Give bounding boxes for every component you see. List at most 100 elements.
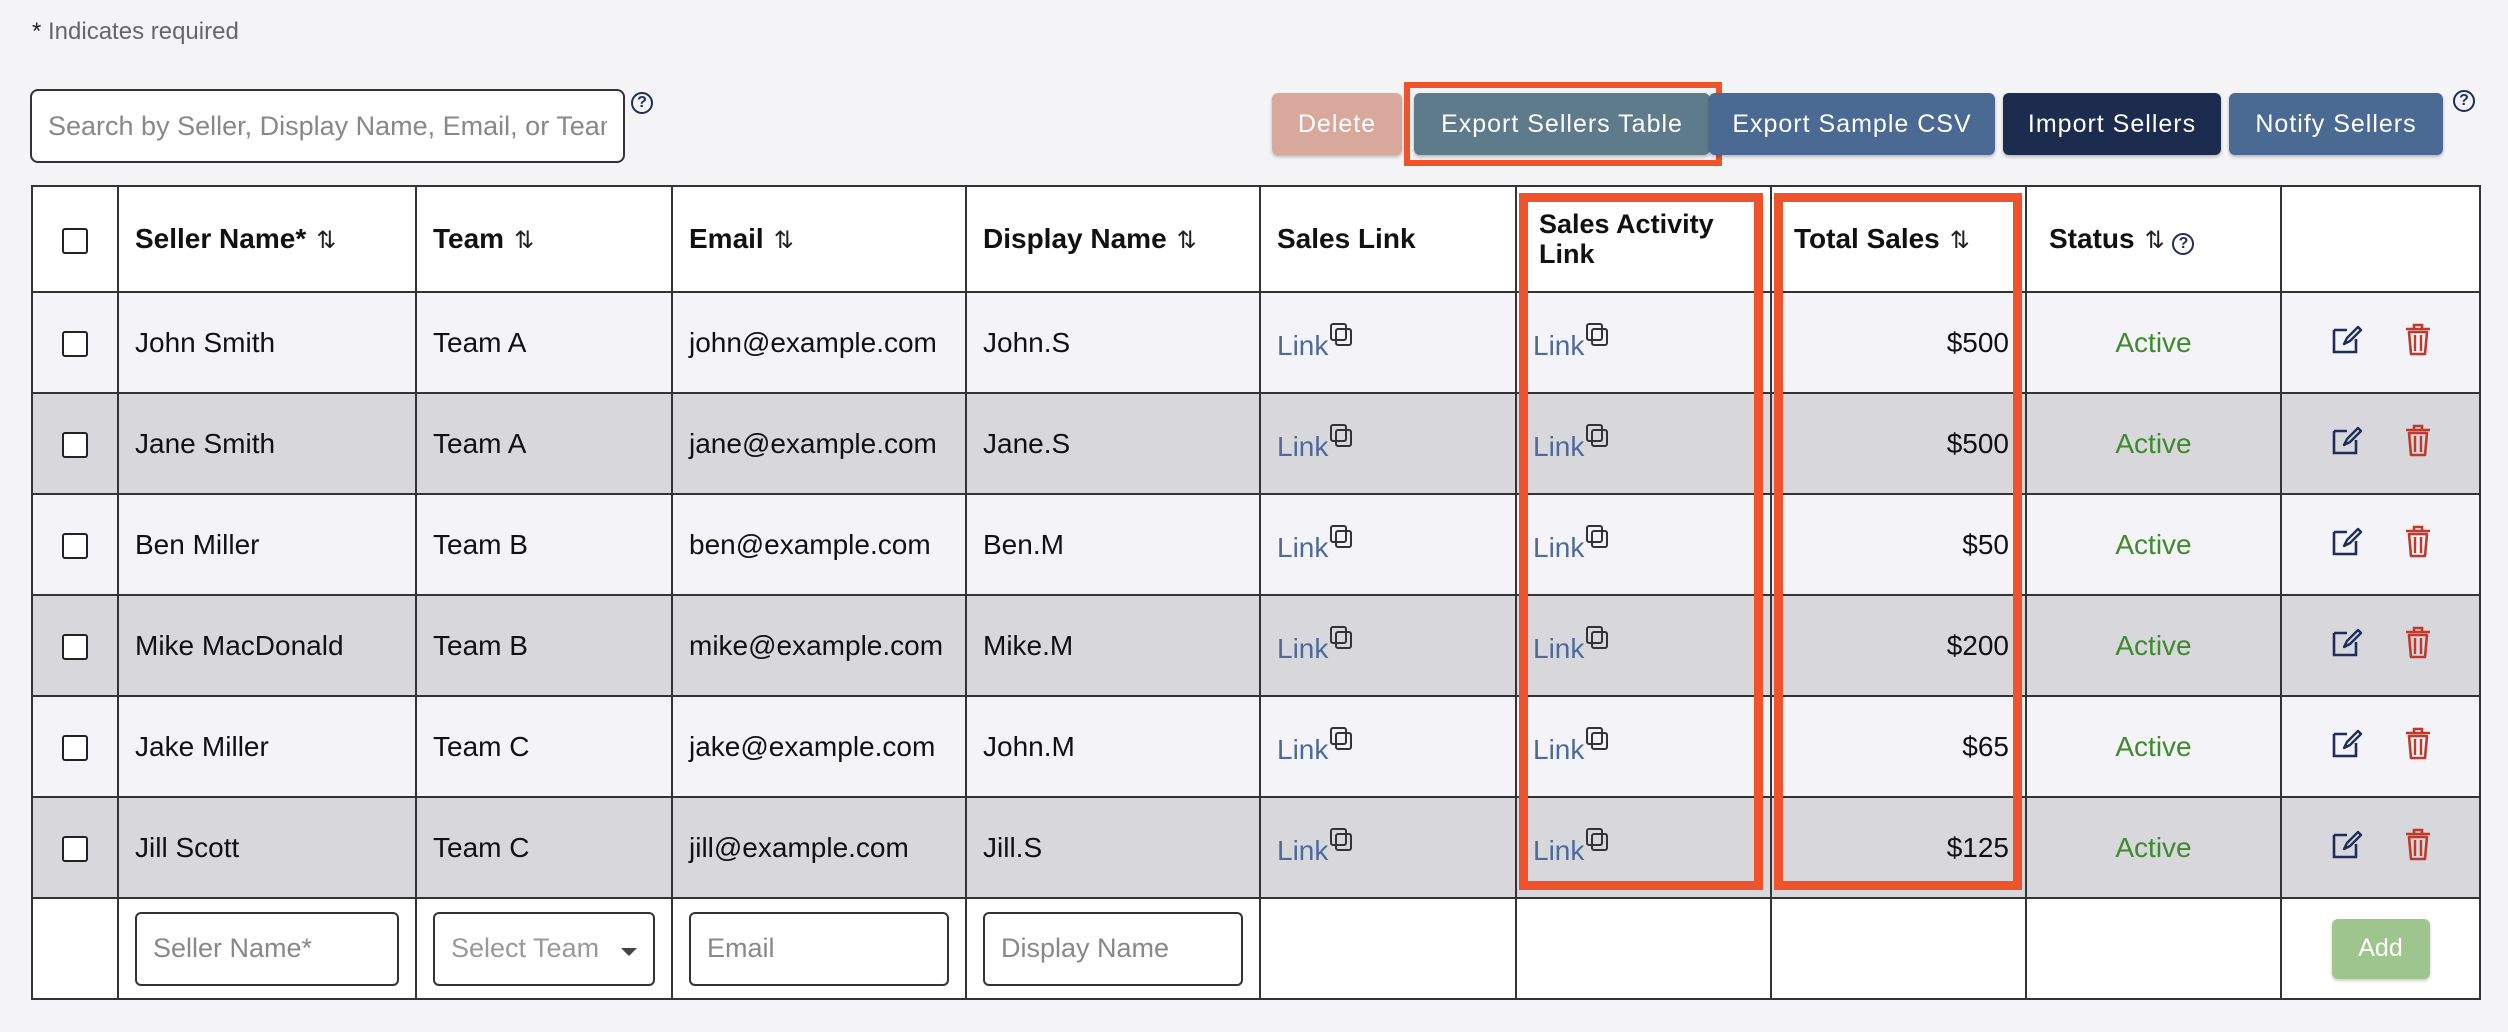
add-email-input[interactable] bbox=[689, 911, 949, 986]
add-seller-button[interactable]: Add bbox=[2331, 918, 2430, 979]
trash-icon[interactable] bbox=[2403, 422, 2433, 465]
header-seller-name-label: Seller Name* bbox=[135, 223, 307, 254]
import-sellers-button[interactable]: Import Sellers bbox=[2003, 93, 2221, 155]
display-name-cell: John.M bbox=[965, 695, 1261, 798]
status-help-icon[interactable]: ? bbox=[2172, 233, 2195, 255]
trash-icon[interactable] bbox=[2403, 725, 2433, 768]
add-team-select[interactable]: Select Team bbox=[433, 911, 655, 986]
header-display-name[interactable]: Display Name ⇅ bbox=[965, 185, 1261, 293]
export-sellers-table-button[interactable]: Export Sellers Table bbox=[1414, 93, 1710, 155]
sort-icon[interactable]: ⇅ bbox=[774, 227, 794, 254]
sort-icon[interactable]: ⇅ bbox=[1177, 227, 1197, 254]
edit-icon[interactable] bbox=[2329, 625, 2363, 666]
trash-icon[interactable] bbox=[2403, 523, 2433, 566]
copy-icon[interactable] bbox=[1330, 625, 1353, 650]
row-checkbox[interactable] bbox=[62, 735, 88, 762]
team-cell: Team C bbox=[415, 796, 673, 899]
row-actions-cell bbox=[2280, 594, 2481, 697]
sales-link-cell: Link bbox=[1259, 493, 1517, 596]
add-display-name-cell bbox=[965, 897, 1261, 1000]
add-row-empty-cell bbox=[1259, 897, 1517, 1000]
sales-link[interactable]: Link bbox=[1277, 532, 1328, 563]
row-checkbox[interactable] bbox=[62, 331, 88, 358]
copy-icon[interactable] bbox=[1586, 625, 1609, 650]
edit-icon[interactable] bbox=[2329, 322, 2363, 363]
sales-activity-link[interactable]: Link bbox=[1533, 532, 1584, 563]
sort-icon[interactable]: ⇅ bbox=[514, 227, 534, 254]
header-display-name-label: Display Name bbox=[983, 223, 1167, 254]
row-checkbox[interactable] bbox=[62, 533, 88, 560]
row-actions-cell bbox=[2280, 695, 2481, 798]
copy-icon[interactable] bbox=[1330, 322, 1353, 347]
dropdown-caret-icon bbox=[621, 947, 637, 956]
header-team[interactable]: Team ⇅ bbox=[415, 185, 673, 293]
team-cell: Team B bbox=[415, 594, 673, 697]
sales-activity-link-cell: Link bbox=[1515, 392, 1772, 495]
header-email[interactable]: Email ⇅ bbox=[671, 185, 967, 293]
row-checkbox[interactable] bbox=[62, 432, 88, 459]
search-wrapper bbox=[30, 89, 625, 163]
copy-icon[interactable] bbox=[1586, 726, 1609, 751]
email-cell: jane@example.com bbox=[671, 392, 967, 495]
notify-sellers-button[interactable]: Notify Sellers bbox=[2229, 93, 2443, 155]
copy-icon[interactable] bbox=[1586, 322, 1609, 347]
sales-activity-link[interactable]: Link bbox=[1533, 835, 1584, 866]
sales-activity-link[interactable]: Link bbox=[1533, 431, 1584, 462]
add-seller-name-cell bbox=[117, 897, 417, 1000]
copy-icon[interactable] bbox=[1586, 827, 1609, 852]
sort-icon[interactable]: ⇅ bbox=[1950, 227, 1970, 254]
edit-icon[interactable] bbox=[2329, 726, 2363, 767]
header-actions bbox=[2280, 185, 2481, 293]
search-help-icon[interactable]: ? bbox=[631, 92, 653, 114]
copy-icon[interactable] bbox=[1330, 726, 1353, 751]
row-actions-cell bbox=[2280, 493, 2481, 596]
sales-activity-link[interactable]: Link bbox=[1533, 633, 1584, 664]
copy-icon[interactable] bbox=[1330, 423, 1353, 448]
add-row-empty-cell bbox=[31, 897, 119, 1000]
trash-icon[interactable] bbox=[2403, 321, 2433, 364]
copy-icon[interactable] bbox=[1330, 827, 1353, 852]
team-cell: Team A bbox=[415, 392, 673, 495]
sales-link[interactable]: Link bbox=[1277, 330, 1328, 361]
sort-icon[interactable]: ⇅ bbox=[2145, 227, 2165, 254]
export-sample-csv-button[interactable]: Export Sample CSV bbox=[1709, 93, 1995, 155]
trash-icon[interactable] bbox=[2403, 624, 2433, 667]
header-team-label: Team bbox=[433, 223, 505, 254]
header-sales-activity-link-label: Sales Activity Link bbox=[1539, 209, 1714, 269]
header-seller-name[interactable]: Seller Name* ⇅ bbox=[117, 185, 417, 293]
edit-icon[interactable] bbox=[2329, 423, 2363, 464]
row-checkbox[interactable] bbox=[62, 836, 88, 863]
total-sales-cell: $200 bbox=[1770, 594, 2027, 697]
sales-link[interactable]: Link bbox=[1277, 835, 1328, 866]
add-row-empty-cell bbox=[1770, 897, 2027, 1000]
sales-link-cell: Link bbox=[1259, 695, 1517, 798]
delete-button[interactable]: Delete bbox=[1272, 93, 1402, 155]
copy-icon[interactable] bbox=[1586, 423, 1609, 448]
status-cell: Active bbox=[2025, 796, 2282, 899]
edit-icon[interactable] bbox=[2329, 827, 2363, 868]
search-input[interactable] bbox=[30, 89, 625, 163]
copy-icon[interactable] bbox=[1586, 524, 1609, 549]
sales-link[interactable]: Link bbox=[1277, 633, 1328, 664]
team-cell: Team A bbox=[415, 291, 673, 394]
sales-activity-link[interactable]: Link bbox=[1533, 734, 1584, 765]
table-header-row: Seller Name* ⇅ Team ⇅ Email ⇅ Display Name ⇅… bbox=[31, 185, 2481, 293]
edit-icon[interactable] bbox=[2329, 524, 2363, 565]
add-seller-name-input[interactable] bbox=[135, 911, 399, 986]
sales-link[interactable]: Link bbox=[1277, 431, 1328, 462]
add-display-name-input[interactable] bbox=[983, 911, 1243, 986]
sort-icon[interactable]: ⇅ bbox=[316, 227, 336, 254]
sales-activity-link[interactable]: Link bbox=[1533, 330, 1584, 361]
header-total-sales[interactable]: Total Sales ⇅ bbox=[1770, 185, 2027, 293]
row-checkbox[interactable] bbox=[62, 634, 88, 661]
trash-icon[interactable] bbox=[2403, 826, 2433, 869]
select-all-checkbox[interactable] bbox=[62, 227, 88, 254]
row-select-cell bbox=[31, 493, 119, 596]
add-row-empty-cell bbox=[2025, 897, 2282, 1000]
sales-link[interactable]: Link bbox=[1277, 734, 1328, 765]
row-actions-cell bbox=[2280, 392, 2481, 495]
copy-icon[interactable] bbox=[1330, 524, 1353, 549]
total-sales-cell: $500 bbox=[1770, 392, 2027, 495]
header-status[interactable]: Status ⇅ ? bbox=[2025, 185, 2282, 293]
toolbar-help-icon[interactable]: ? bbox=[2453, 90, 2475, 112]
